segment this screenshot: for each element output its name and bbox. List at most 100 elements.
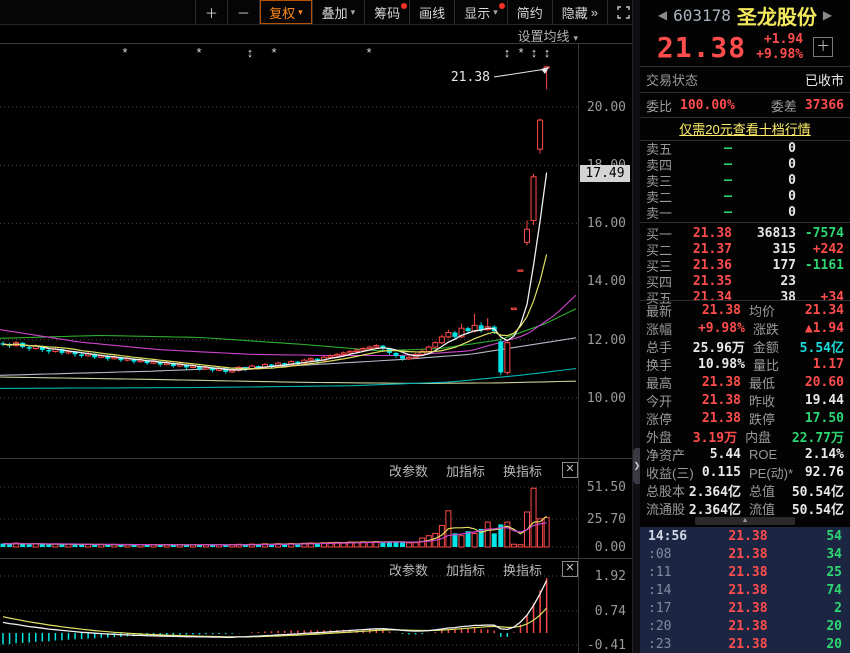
volume-menu-item-2[interactable]: 换指标 <box>503 461 542 480</box>
prev-stock-icon[interactable]: ◀ <box>658 8 667 22</box>
stats-row-1: 涨幅+9.98%涨跌▲1.94 <box>640 319 850 337</box>
toolbar-button-zoom-out[interactable]: － <box>227 0 259 24</box>
close-icon[interactable]: ✕ <box>562 561 578 577</box>
chevron-down-icon: ▾ <box>573 33 578 43</box>
toolbar-button-draw-line[interactable]: 画线 <box>409 0 454 24</box>
macd-panel-menu: 改参数加指标换指标 ✕ <box>0 561 578 577</box>
event-marker-icon[interactable]: * <box>271 45 276 60</box>
event-marker-icon[interactable]: ↕ <box>247 45 254 60</box>
toolbar-button-label: ＋ <box>205 3 218 22</box>
price-axis-label-0: 20.00 <box>587 100 626 115</box>
stats-row-8: 净资产5.44ROE2.14% <box>640 445 850 463</box>
chevron-down-icon: ▾ <box>351 7 356 18</box>
event-marker-icon[interactable]: ↕ <box>504 45 511 60</box>
stats-row-11: 流通股2.364亿流值50.54亿 <box>640 499 850 517</box>
price-change-pct: +9.98% <box>756 47 803 62</box>
sell-row-1: 卖一—0 <box>640 204 850 220</box>
tick-row-5: :2021.3820 <box>640 617 850 635</box>
next-stock-icon[interactable]: ▶ <box>823 8 832 22</box>
event-marker-icon[interactable]: * <box>518 45 523 60</box>
weibi-label: 委比 <box>646 96 672 115</box>
tick-row-4: :1721.382 <box>640 599 850 617</box>
promo-row: 仅需20元查看十档行情 <box>640 117 850 141</box>
toolbar-button-hide[interactable]: 隐藏» <box>552 0 607 24</box>
event-marker-icon[interactable]: * <box>196 45 201 60</box>
weibi-value: 100.00% <box>680 98 735 113</box>
price-axis-label-4: 12.00 <box>587 333 626 348</box>
event-marker-icon[interactable]: ↕ <box>544 45 551 60</box>
ma5-price-tag: 17.49 <box>580 165 630 182</box>
stats-row-0: 最新21.38均价21.34 <box>640 301 850 319</box>
quote-header: ◀ 603178 圣龙股份 ▶ 21.38 +1.94 +9.98% ＋ <box>640 0 850 67</box>
stats-row-10: 总股本2.364亿总值50.54亿 <box>640 481 850 499</box>
event-marker-icon[interactable]: ↕ <box>531 45 538 60</box>
toolbar-button-label: 筹码 <box>374 3 400 22</box>
stock-app-window: ＋－复权▾叠加▾筹码画线显示▾简约隐藏» 设置均线▾ **↕**↕*↕↕21.3… <box>0 0 850 653</box>
event-marker-icon[interactable]: * <box>366 45 371 60</box>
volume-axis-label-0: 51.50 <box>587 480 626 495</box>
toolbar-button-label: － <box>237 3 250 22</box>
volume-panel-menu: 改参数加指标换指标 ✕ <box>0 462 578 478</box>
double-arrow-icon: » <box>591 5 598 20</box>
last-price: 21.38 <box>657 31 746 64</box>
stats-row-5: 今开21.38昨收19.44 <box>640 391 850 409</box>
trade-status-row: 交易状态 已收市 <box>640 67 850 93</box>
ma-settings-label: 设置均线 <box>517 29 569 44</box>
stats-row-4: 最高21.38最低20.60 <box>640 373 850 391</box>
close-icon[interactable]: ✕ <box>562 462 578 478</box>
chart-toolbar: ＋－复权▾叠加▾筹码画线显示▾简约隐藏» <box>0 0 640 25</box>
toolbar-button-fuquan[interactable]: 复权▾ <box>259 0 312 24</box>
tick-list[interactable]: 14:5621.3854:0821.3834:1121.3825:1421.38… <box>640 527 850 653</box>
macd-menu-item-0[interactable]: 改参数 <box>389 560 428 579</box>
stats-row-2: 总手25.96万金额5.54亿 <box>640 337 850 355</box>
volume-axis-label-2: 0.00 <box>595 540 626 555</box>
last-price-annotation: 21.38 <box>451 70 490 85</box>
macd-axis-label-0: 1.92 <box>595 569 626 584</box>
volume-menu-item-1[interactable]: 加指标 <box>446 461 485 480</box>
tick-row-0: 14:5621.3854 <box>640 527 850 545</box>
macd-menu-item-2[interactable]: 换指标 <box>503 560 542 579</box>
stats-row-9: 收益(三)0.115PE(动)*92.76 <box>640 463 850 481</box>
stats-collapse-bar[interactable]: ▲ <box>695 517 795 525</box>
trade-status-label: 交易状态 <box>646 70 698 89</box>
fullscreen-icon <box>617 6 630 19</box>
order-book: 卖五—0卖四—0卖三—0卖二—0卖一—0买一21.3836813-7574买二2… <box>640 140 850 305</box>
weicha-label: 委差 <box>771 96 797 115</box>
toolbar-button-overlay[interactable]: 叠加▾ <box>312 0 365 24</box>
toolbar-button-zoom-in[interactable]: ＋ <box>195 0 227 24</box>
event-marker-icon[interactable]: * <box>122 45 127 60</box>
stats-row-3: 换手10.98%量比1.17 <box>640 355 850 373</box>
tick-row-3: :1421.3874 <box>640 581 850 599</box>
tick-row-2: :1121.3825 <box>640 563 850 581</box>
toolbar-button-label: 显示 <box>464 3 490 22</box>
quote-panel: ◀ 603178 圣龙股份 ▶ 21.38 +1.94 +9.98% ＋ 交易状… <box>640 0 850 653</box>
volume-axis-label-1: 25.70 <box>587 512 626 527</box>
toolbar-button-display[interactable]: 显示▾ <box>454 0 507 24</box>
price-axis-label-2: 16.00 <box>587 216 626 231</box>
level2-promo-link[interactable]: 仅需20元查看十档行情 <box>679 119 810 138</box>
weibi-row: 委比 100.00% 委差 37366 <box>640 93 850 118</box>
toolbar-button-chips[interactable]: 筹码 <box>364 0 409 24</box>
stats-row-7: 外盘3.19万内盘22.77万 <box>640 427 850 445</box>
candlestick-chart[interactable]: * * ↕ * * ↕ * ↕ ↕ 21.38 <box>0 43 578 458</box>
add-to-watchlist-button[interactable]: ＋ <box>813 37 833 57</box>
stats-row-6: 涨停21.38跌停17.50 <box>640 409 850 427</box>
stock-stats: 最新21.38均价21.34涨幅+9.98%涨跌▲1.94总手25.96万金额5… <box>640 300 850 517</box>
chevron-down-icon: ▾ <box>493 7 498 18</box>
chevron-down-icon: ▾ <box>298 7 303 18</box>
toolbar-button-label: 隐藏 <box>562 3 588 22</box>
price-change: +1.94 <box>764 32 803 47</box>
weicha-value: 37366 <box>805 98 844 113</box>
macd-menu-item-1[interactable]: 加指标 <box>446 560 485 579</box>
trade-status-value: 已收市 <box>805 70 844 89</box>
price-axis-label-5: 10.00 <box>587 391 626 406</box>
tick-row-1: :0821.3834 <box>640 545 850 563</box>
toolbar-button-simple[interactable]: 简约 <box>507 0 552 24</box>
toolbar-button-label: 画线 <box>419 3 445 22</box>
stock-name: 圣龙股份 <box>737 1 817 30</box>
macd-axis-label-2: -0.41 <box>587 638 626 653</box>
volume-menu-item-0[interactable]: 改参数 <box>389 461 428 480</box>
toolbar-button-label: 简约 <box>517 3 543 22</box>
toolbar-button-label: 复权 <box>269 3 295 22</box>
notification-dot-icon <box>499 3 505 9</box>
